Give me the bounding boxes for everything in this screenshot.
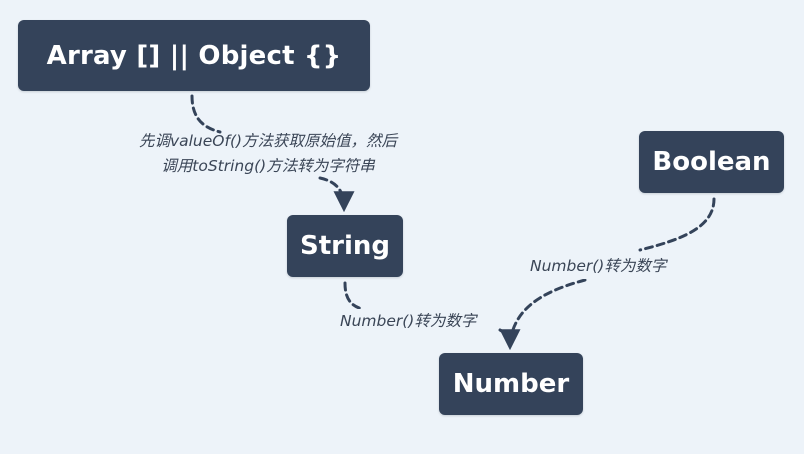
node-boolean-label: Boolean (652, 147, 771, 177)
edge-label-array-to-string: 先调valueOf()方法获取原始值，然后 调用toString()方法转为字符… (98, 129, 438, 179)
edge-label-string-to-number: Number()转为数字 (338, 309, 479, 334)
node-string[interactable]: String (287, 215, 403, 277)
node-array-object-label: Array [] || Object {} (46, 40, 342, 71)
edge-label-array-to-string-line2: 调用toString()方法转为字符串 (161, 157, 375, 175)
edge-label-array-to-string-line1: 先调valueOf()方法获取原始值，然后 (138, 132, 398, 150)
mind-map-canvas: Array [] || Object {} 先调valueOf()方法获取原始值… (0, 0, 804, 454)
connector-string-to-number (343, 281, 364, 311)
node-array-object[interactable]: Array [] || Object {} (18, 20, 370, 91)
connector-string-to-number-tail (498, 328, 521, 351)
node-boolean[interactable]: Boolean (639, 131, 784, 193)
node-string-label: String (299, 231, 390, 261)
edge-label-boolean-to-number: Number()转为数字 (528, 254, 669, 279)
node-number[interactable]: Number (439, 353, 583, 415)
node-number-label: Number (452, 369, 570, 399)
